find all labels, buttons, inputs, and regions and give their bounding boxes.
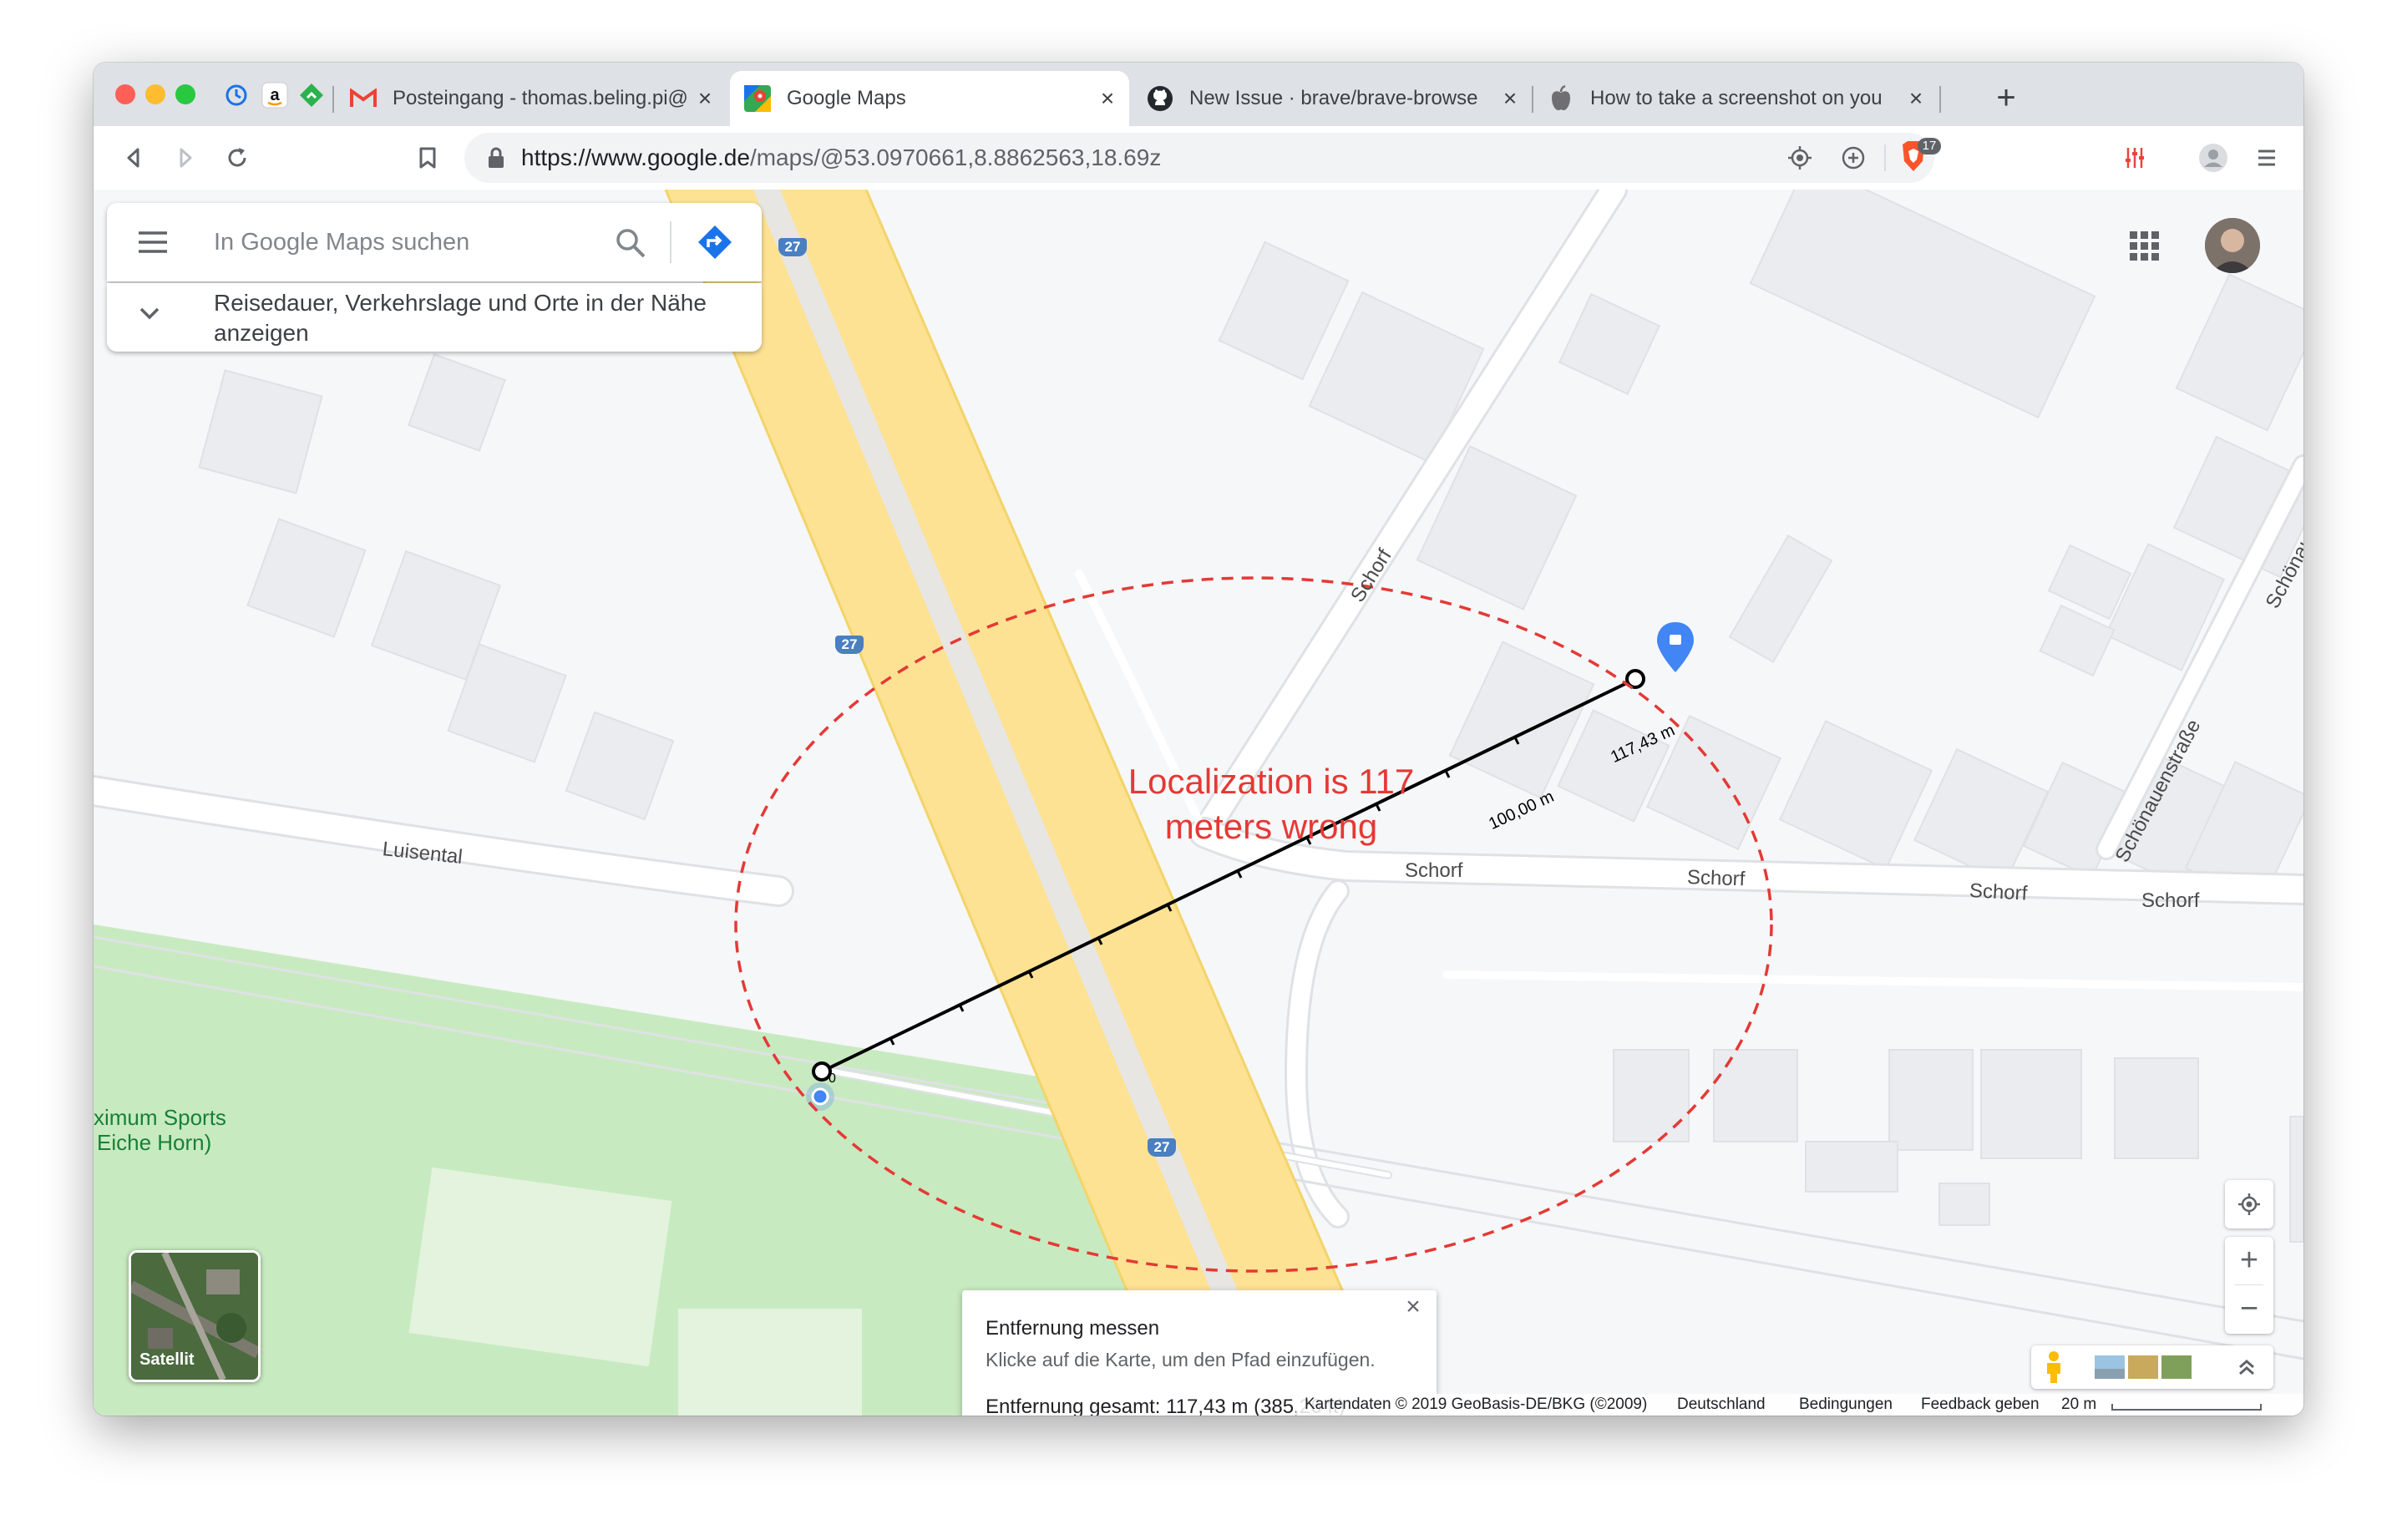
tab-title: Posteingang - thomas.beling.pi@ — [393, 87, 688, 109]
search-box: In Google Maps suchen — [107, 203, 762, 281]
tab-github[interactable]: New Issue · brave/brave-browse × — [1133, 71, 1532, 126]
country-link[interactable]: Deutschland — [1677, 1396, 1766, 1414]
measure-hint: Klicke auf die Karte, um den Pfad einzuf… — [986, 1349, 1376, 1370]
apps-grid-icon[interactable] — [2128, 230, 2161, 263]
address-toolbar: https://www.google.de/maps/@53.0970661,8… — [94, 126, 2303, 190]
scale-label[interactable]: 20 m — [2061, 1396, 2096, 1414]
street-label: Schorf — [1686, 866, 1746, 891]
minimize-window-button[interactable] — [145, 84, 165, 104]
lock-icon — [489, 147, 504, 168]
tab-title: How to take a screenshot on you — [1590, 87, 1883, 109]
url-host: https://www.google.de — [521, 144, 750, 170]
map-canvas[interactable]: 27 27 27 Luisental Schorf Schorf Schorf … — [94, 190, 2303, 1416]
close-window-button[interactable] — [115, 84, 135, 104]
map-footer: Kartendaten © 2019 GeoBasis-DE/BKG (©200… — [1296, 1394, 2303, 1416]
history-icon[interactable] — [219, 78, 254, 113]
tab-title: New Issue · brave/brave-browse — [1189, 87, 1478, 109]
expand-panel[interactable]: Reisedauer, Verkehrslage und Orte in der… — [107, 283, 762, 352]
url-text: https://www.google.de/maps/@53.0970661,8… — [521, 133, 1161, 183]
tab-bar: a Posteingang - thomas.beling.pi@ × Goog… — [94, 63, 2303, 126]
street-label: Schorf — [1405, 859, 1463, 882]
back-button[interactable] — [114, 138, 154, 178]
location-icon[interactable] — [1787, 145, 1812, 170]
zoom-out-button[interactable]: − — [2225, 1285, 2273, 1334]
menu-icon[interactable] — [2247, 138, 2287, 178]
profile-icon[interactable] — [2193, 138, 2233, 178]
expand-text: Reisedauer, Verkehrslage und Orte in der… — [214, 290, 707, 346]
avatar[interactable] — [2205, 218, 2260, 273]
chevron-up-icon[interactable] — [2237, 1357, 2257, 1377]
my-location-button[interactable] — [2225, 1180, 2273, 1228]
terms-link[interactable]: Bedingungen — [1799, 1396, 1893, 1414]
bookmark-icon[interactable] — [408, 138, 448, 178]
zoom-window-button[interactable] — [175, 84, 195, 104]
route-shield: 27 — [778, 238, 807, 256]
tab-google-maps[interactable]: Google Maps × — [730, 71, 1129, 126]
map-type-bar — [2031, 1345, 2273, 1389]
tab-gmail[interactable]: Posteingang - thomas.beling.pi@ × — [336, 71, 727, 126]
satellite-label: Satellit — [139, 1350, 195, 1369]
route-shield: 27 — [835, 636, 864, 654]
zoom-plus-icon[interactable] — [1841, 145, 1866, 170]
tab-apple[interactable]: How to take a screenshot on you × — [1533, 71, 1938, 126]
equalizer-icon[interactable] — [2115, 138, 2155, 178]
github-icon — [1146, 84, 1174, 113]
annotation-text: Localization is 117 meters wrong — [1037, 759, 1505, 849]
measure-total: Entfernung gesamt: 117,43 m (385,26 ft) — [986, 1396, 1345, 1416]
measure-title: Entfernung messen — [986, 1317, 1160, 1340]
close-tab-icon[interactable]: × — [1495, 85, 1525, 112]
zoom-in-button[interactable]: + — [2225, 1237, 2273, 1285]
satellite-toggle[interactable]: Satellit — [129, 1250, 261, 1382]
url-path: /maps/@53.0970661,8.8862563,18.69z — [749, 144, 1162, 170]
poi-label[interactable]: ximum Sports — [94, 1105, 226, 1130]
feedback-link[interactable]: Feedback geben — [1921, 1396, 2040, 1414]
close-tab-icon[interactable]: × — [1092, 85, 1122, 112]
street-label: Schorf — [1969, 879, 2029, 905]
amazon-icon[interactable]: a — [257, 78, 292, 113]
pegman-icon[interactable] — [2041, 1350, 2066, 1384]
chevron-down-icon — [139, 307, 160, 320]
brave-badge: 17 — [1918, 138, 1941, 155]
poi-label[interactable]: Eiche Horn) — [97, 1130, 211, 1155]
forward-button[interactable] — [165, 138, 205, 178]
close-icon[interactable]: × — [1398, 1292, 1428, 1322]
close-tab-icon[interactable]: × — [690, 85, 720, 112]
directions-icon[interactable] — [697, 224, 733, 261]
map-attribution: Kartendaten © 2019 GeoBasis-DE/BKG (©200… — [1305, 1396, 1648, 1413]
reload-button[interactable] — [217, 138, 257, 178]
annotation-line-1: Localization is 117 — [1128, 762, 1415, 801]
search-input[interactable]: In Google Maps suchen — [214, 203, 469, 281]
zoom-controls: + − — [2225, 1237, 2273, 1334]
svg-text:a: a — [270, 86, 280, 104]
crosshair-icon — [2238, 1193, 2260, 1215]
hamburger-menu-icon[interactable] — [137, 230, 169, 254]
apple-icon — [1547, 84, 1575, 113]
google-maps-icon — [743, 84, 772, 113]
route-shield: 27 — [1148, 1138, 1176, 1157]
measure-start-point — [812, 1061, 832, 1082]
brave-shields-icon[interactable]: 17 — [1899, 138, 1941, 176]
search-icon[interactable] — [615, 227, 646, 259]
new-tab-button[interactable]: + — [1983, 74, 2030, 121]
place-marker-icon — [1657, 622, 1694, 672]
browser-window: a Posteingang - thomas.beling.pi@ × Goog… — [94, 63, 2303, 1416]
imagery-thumbnails[interactable] — [2095, 1355, 2195, 1379]
measure-start-label: 0 — [829, 1071, 836, 1086]
close-tab-icon[interactable]: × — [1901, 85, 1931, 112]
scale-bar — [2111, 1404, 2262, 1411]
feedly-icon[interactable] — [294, 78, 329, 113]
street-label: Schorf — [2141, 889, 2200, 912]
gmail-icon — [349, 84, 378, 113]
my-location-dot — [811, 1087, 829, 1106]
address-bar[interactable]: https://www.google.de/maps/@53.0970661,8… — [464, 133, 1934, 183]
annotation-line-2: meters wrong — [1164, 807, 1378, 846]
tab-title: Google Maps — [787, 87, 906, 109]
